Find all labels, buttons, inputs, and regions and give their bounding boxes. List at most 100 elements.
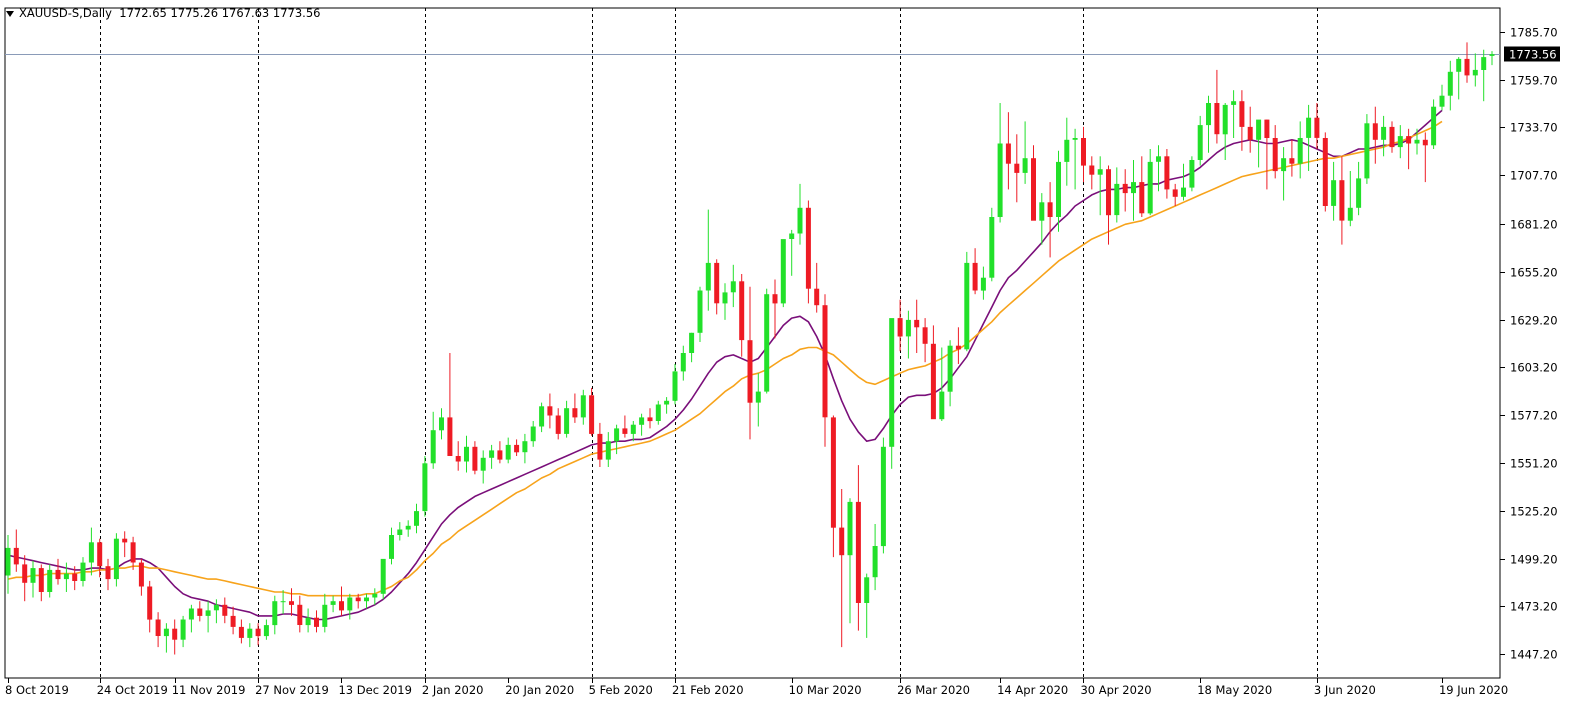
- y-axis-label: 1551.20: [1510, 457, 1558, 471]
- candle-body: [547, 406, 553, 416]
- candle-body: [839, 527, 845, 556]
- candle-bull[interactable]: [113, 533, 119, 587]
- candle-body: [855, 501, 861, 603]
- candle-body: [188, 608, 194, 620]
- y-axis-label: 1447.20: [1510, 648, 1558, 662]
- candle-body: [205, 610, 211, 616]
- candle-body: [380, 558, 386, 594]
- candle-body: [1406, 136, 1412, 144]
- candle-bull[interactable]: [422, 456, 428, 517]
- y-axis-label: 1603.20: [1510, 361, 1558, 375]
- candle-body: [664, 400, 670, 405]
- candle-bull[interactable]: [764, 288, 770, 394]
- candle-body: [255, 628, 261, 637]
- y-axis-label: 1733.70: [1510, 121, 1558, 135]
- y-axis-label: 1655.20: [1510, 266, 1558, 280]
- candle-bull[interactable]: [1431, 99, 1437, 149]
- candle-body: [1239, 101, 1245, 127]
- candle-body: [1014, 163, 1020, 173]
- candle-body: [455, 456, 461, 462]
- candle-bear[interactable]: [1322, 132, 1328, 212]
- candle-body: [1381, 126, 1387, 140]
- candle-body: [430, 430, 436, 464]
- candle-body: [55, 569, 61, 580]
- candle-bull[interactable]: [880, 437, 886, 554]
- candle-body: [364, 597, 369, 602]
- candle-bull[interactable]: [780, 239, 786, 308]
- x-axis-label: 14 Apr 2020: [997, 683, 1068, 697]
- candle-body: [22, 564, 28, 583]
- candle-body: [88, 542, 94, 563]
- candle-body: [939, 391, 945, 420]
- candle-body: [1422, 139, 1428, 146]
- candle-body: [1389, 126, 1395, 148]
- candle-body: [30, 568, 36, 583]
- candle-body: [1139, 182, 1145, 214]
- candle-body: [1489, 54, 1495, 56]
- candle-bull[interactable]: [889, 318, 895, 469]
- x-axis-label: 2 Jan 2020: [422, 683, 484, 697]
- candle-body: [747, 340, 753, 403]
- candle-bull[interactable]: [989, 207, 995, 282]
- candle-body: [422, 463, 428, 512]
- candle-body: [897, 318, 903, 337]
- candle-body: [1314, 117, 1320, 138]
- candle-body: [1256, 119, 1262, 140]
- candle-body: [1156, 156, 1161, 162]
- candle-body: [13, 547, 19, 565]
- candle-body: [1214, 103, 1220, 135]
- candle-body: [1272, 138, 1278, 172]
- candle-body: [314, 617, 319, 627]
- candle-body: [147, 586, 153, 620]
- candle-body: [1056, 161, 1061, 217]
- candle-body: [347, 597, 353, 611]
- y-axis-label: 1785.70: [1510, 26, 1558, 40]
- candle-body: [655, 404, 661, 421]
- x-axis-label: 30 Apr 2020: [1080, 683, 1151, 697]
- candle-body: [564, 408, 570, 434]
- candle-bull[interactable]: [380, 558, 386, 600]
- candle-body: [1106, 169, 1111, 216]
- x-axis-label: 26 Mar 2020: [897, 683, 970, 697]
- candle-body: [213, 604, 219, 611]
- candle-body: [297, 604, 303, 625]
- dropdown-triangle-icon[interactable]: [6, 10, 14, 17]
- candle-body: [222, 604, 228, 616]
- candle-body: [1005, 143, 1011, 164]
- y-axis-label: 1577.20: [1510, 409, 1558, 423]
- candle-body: [914, 319, 920, 328]
- candle-body: [197, 608, 203, 616]
- x-axis-label: 21 Feb 2020: [672, 683, 744, 697]
- chart-canvas[interactable]: 1785.70 1759.70 1733.70 1707.70 1681.20 1655.…: [0, 0, 1577, 707]
- candle-body: [339, 601, 344, 611]
- candle-body: [1372, 123, 1378, 140]
- x-axis-label: 10 Mar 2020: [789, 683, 862, 697]
- candle-body: [414, 511, 419, 526]
- candle-body: [155, 619, 161, 636]
- candle-body: [322, 604, 328, 627]
- candle-body: [514, 444, 520, 453]
- y-axis-label: 1759.70: [1510, 74, 1558, 88]
- candle-body: [572, 408, 578, 418]
- price-chart[interactable]: 1785.70 1759.70 1733.70 1707.70 1681.20 1655.…: [0, 0, 1577, 707]
- candle-body: [1206, 103, 1211, 126]
- candle-body: [1039, 202, 1045, 221]
- candle-body: [722, 292, 728, 304]
- candle-body: [1439, 95, 1445, 107]
- candle-body: [163, 628, 169, 637]
- chart-header: XAUUSD-S,Daily 1772.65 1775.26 1767.63 1…: [6, 6, 320, 20]
- candle-bull[interactable]: [1189, 156, 1195, 192]
- candle-bull[interactable]: [964, 251, 970, 352]
- candle-body: [1397, 136, 1403, 148]
- candle-body: [238, 626, 244, 638]
- candle-body: [1472, 69, 1478, 76]
- x-axis-label: 18 May 2020: [1197, 683, 1272, 697]
- y-axis-label: 1707.70: [1510, 169, 1558, 183]
- candle-body: [172, 628, 178, 640]
- candle-bear[interactable]: [805, 200, 811, 304]
- candle-body: [814, 288, 820, 306]
- candle-body: [1072, 138, 1078, 140]
- candle-body: [864, 577, 870, 603]
- candle-bull[interactable]: [1364, 114, 1370, 184]
- y-axis-label: 1629.20: [1510, 314, 1558, 328]
